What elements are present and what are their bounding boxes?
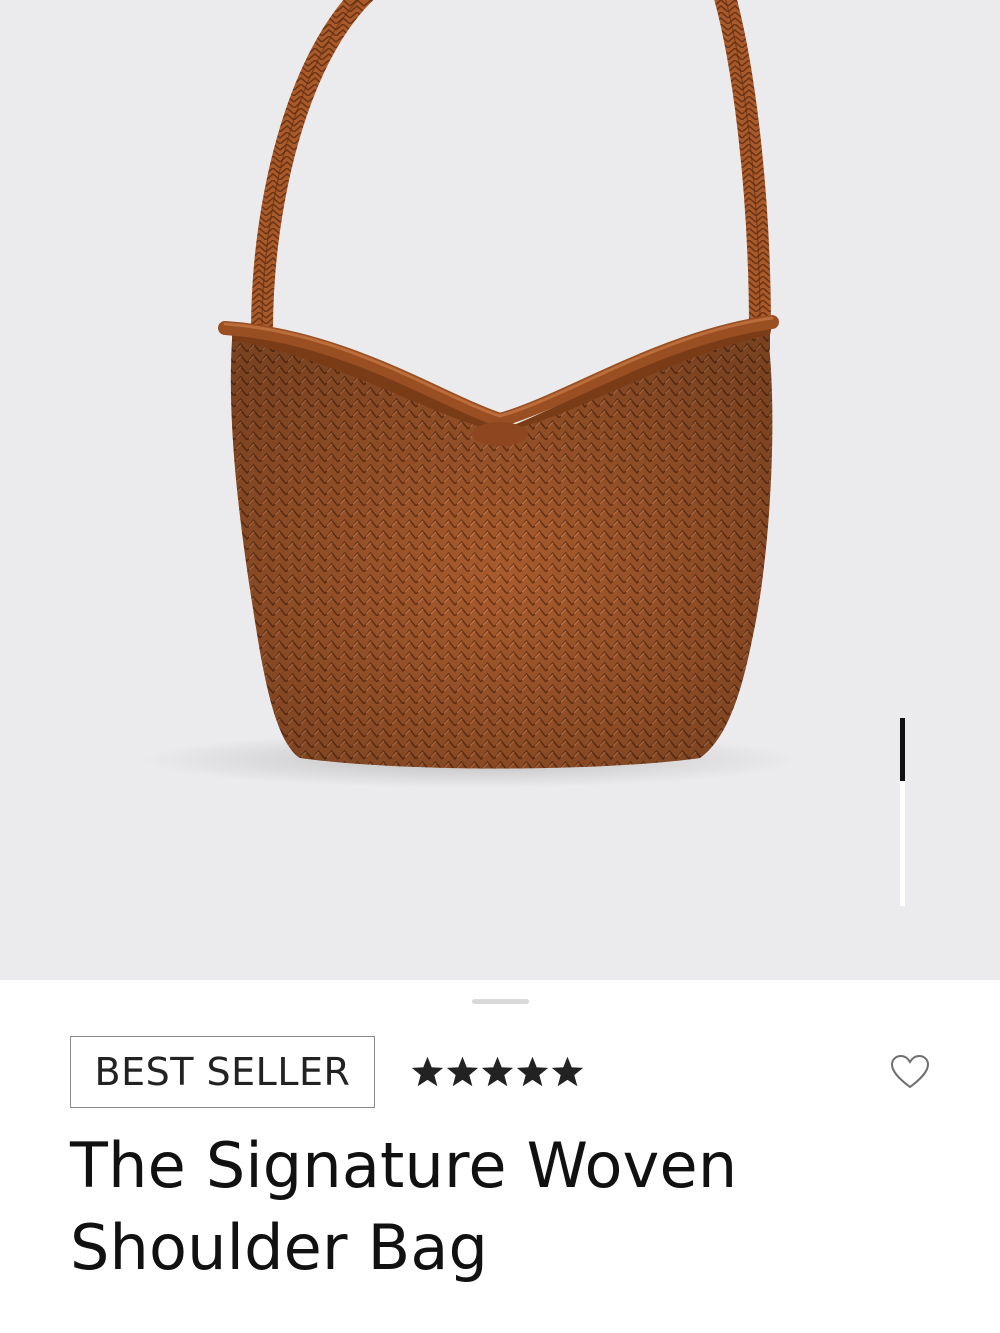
product-image-carousel[interactable] (0, 0, 1000, 980)
product-title: The Signature Woven Shoulder Bag (70, 1129, 738, 1284)
star-icon (552, 1057, 583, 1087)
gallery-indicator-thumb (900, 718, 905, 781)
star-icon (447, 1057, 478, 1087)
best-seller-badge: BEST SELLER (70, 1036, 375, 1108)
star-icon (517, 1057, 548, 1087)
product-image (140, 0, 800, 788)
bottom-sheet-handle[interactable] (472, 999, 529, 1004)
wishlist-button[interactable] (886, 1050, 934, 1094)
star-icon (412, 1057, 443, 1087)
star-rating[interactable] (412, 1050, 583, 1094)
heart-outline-icon (890, 1054, 930, 1089)
gallery-scroll-indicator[interactable] (900, 718, 905, 906)
star-icon (482, 1057, 513, 1087)
